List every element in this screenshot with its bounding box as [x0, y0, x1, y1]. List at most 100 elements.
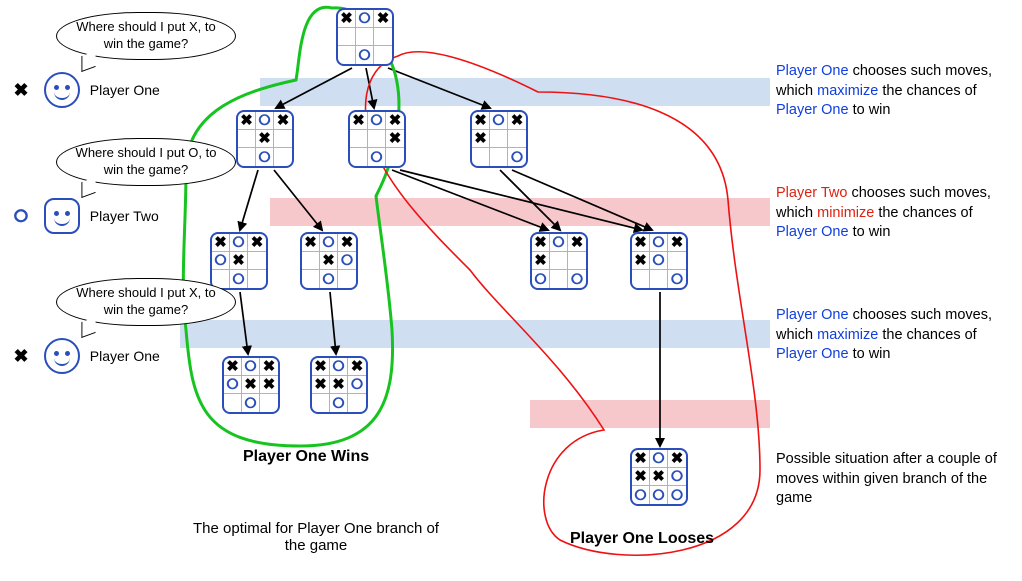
- t: Possible situation after a couple of mov…: [776, 451, 997, 506]
- board-l3-a: ✖⭘✖⭘✖✖⭘: [222, 356, 280, 414]
- board-cell: ⭘: [242, 394, 260, 412]
- board-cell: ⭘: [330, 358, 348, 376]
- speech-bubble-player-one-1: Where should I put X, to win the game?: [56, 12, 236, 60]
- board-l2-d: ✖⭘✖✖⭘⭘: [630, 232, 688, 290]
- board-cell: ⭘: [668, 468, 686, 486]
- board-cell: [248, 252, 266, 270]
- board-cell: ⭘: [668, 486, 686, 504]
- board-cell: ⭘: [568, 270, 586, 288]
- player-label: Player One: [90, 82, 160, 98]
- t: maximize: [817, 327, 878, 343]
- board-cell: [368, 130, 386, 148]
- t: Player One: [776, 224, 849, 240]
- board-cell: ⭘: [550, 234, 568, 252]
- board-cell: ⭘: [320, 234, 338, 252]
- board-cell: ⭘: [650, 450, 668, 468]
- board-l1-a: ✖⭘✖✖⭘: [236, 110, 294, 168]
- board-cell: ⭘: [650, 252, 668, 270]
- board-cell: ✖: [374, 10, 392, 28]
- board-cell: [550, 270, 568, 288]
- board-cell: [490, 148, 508, 166]
- board-cell: [490, 130, 508, 148]
- board-cell: ✖: [274, 112, 292, 130]
- board-cell: [248, 270, 266, 288]
- board-cell: ✖: [532, 234, 550, 252]
- t: Player Two: [776, 185, 847, 201]
- board-cell: ⭘: [230, 270, 248, 288]
- board-final: ✖⭘✖✖✖⭘⭘⭘⭘: [630, 448, 688, 506]
- band-level-2: [270, 198, 770, 226]
- board-cell: [568, 252, 586, 270]
- board-cell: ✖: [248, 234, 266, 252]
- t: to win: [849, 346, 891, 362]
- t: Player One: [776, 307, 849, 323]
- t: the chances of: [874, 205, 972, 221]
- board-cell: ⭘: [356, 10, 374, 28]
- board-cell: [338, 28, 356, 46]
- explain-level-2: Player Two chooses such moves, which min…: [776, 184, 1006, 243]
- board-cell: ✖: [230, 252, 248, 270]
- board-cell: ✖: [632, 252, 650, 270]
- board-l1-b: ✖⭘✖✖⭘: [348, 110, 406, 168]
- board-root: ✖⭘✖⭘: [336, 8, 394, 66]
- board-cell: [338, 46, 356, 64]
- board-cell: ✖: [386, 112, 404, 130]
- board-cell: ⭘: [368, 112, 386, 130]
- explain-level-1: Player One chooses such moves, which max…: [776, 62, 1006, 121]
- board-cell: [668, 252, 686, 270]
- band-level-1: [260, 78, 770, 106]
- caption-player-one-looses: Player One Looses: [570, 530, 714, 548]
- smiley-face-icon: [44, 72, 80, 108]
- t: to win: [849, 102, 891, 118]
- board-cell: ✖: [632, 450, 650, 468]
- bubble-text: Where should I put O, to win the game?: [73, 145, 219, 179]
- board-cell: ⭘: [650, 486, 668, 504]
- board-cell: ⭘: [348, 376, 366, 394]
- t: to win: [849, 224, 891, 240]
- board-cell: ⭘: [320, 270, 338, 288]
- board-cell: ✖: [338, 10, 356, 28]
- smiley-face-icon: [44, 338, 80, 374]
- board-cell: [260, 394, 278, 412]
- board-cell: [650, 270, 668, 288]
- board-cell: [550, 252, 568, 270]
- board-cell: ✖: [238, 112, 256, 130]
- board-cell: ⭘: [256, 148, 274, 166]
- board-cell: [338, 270, 356, 288]
- board-cell: [302, 252, 320, 270]
- board-l2-a: ✖⭘✖⭘✖⭘: [210, 232, 268, 290]
- board-cell: ⭘: [368, 148, 386, 166]
- explain-outcome: Possible situation after a couple of mov…: [776, 450, 1006, 509]
- board-cell: [312, 394, 330, 412]
- board-cell: ✖: [260, 376, 278, 394]
- board-cell: ⭘: [330, 394, 348, 412]
- x-mark-icon: ✖: [12, 80, 30, 101]
- board-cell: ⭘: [256, 112, 274, 130]
- board-cell: ⭘: [356, 46, 374, 64]
- player-label: Player One: [90, 348, 160, 364]
- band-level-4: [530, 400, 770, 428]
- board-cell: ✖: [650, 468, 668, 486]
- board-cell: ✖: [668, 450, 686, 468]
- x-mark-icon: ✖: [12, 346, 30, 367]
- bubble-text: Where should I put X, to win the game?: [73, 19, 219, 53]
- board-cell: [238, 130, 256, 148]
- caption-optimal-branch: The optimal for Player One branch of the…: [186, 520, 446, 554]
- board-cell: ✖: [632, 468, 650, 486]
- board-cell: ⭘: [230, 234, 248, 252]
- speech-bubble-player-one-2: Where should I put X, to win the game?: [56, 278, 236, 326]
- board-cell: [472, 148, 490, 166]
- board-cell: ⭘: [338, 252, 356, 270]
- board-cell: ✖: [568, 234, 586, 252]
- board-cell: ✖: [256, 130, 274, 148]
- diagram-stage: Where should I put X, to win the game? ✖…: [0, 0, 1022, 581]
- avatar-player-one-2: ✖ Player One: [12, 338, 160, 374]
- explain-level-3: Player One chooses such moves, which max…: [776, 306, 1006, 365]
- board-l2-b: ✖⭘✖✖⭘⭘: [300, 232, 358, 290]
- board-cell: ✖: [632, 234, 650, 252]
- board-cell: ✖: [348, 358, 366, 376]
- band-level-3: [180, 320, 770, 348]
- board-cell: ✖: [338, 234, 356, 252]
- board-cell: ✖: [668, 234, 686, 252]
- board-cell: [632, 270, 650, 288]
